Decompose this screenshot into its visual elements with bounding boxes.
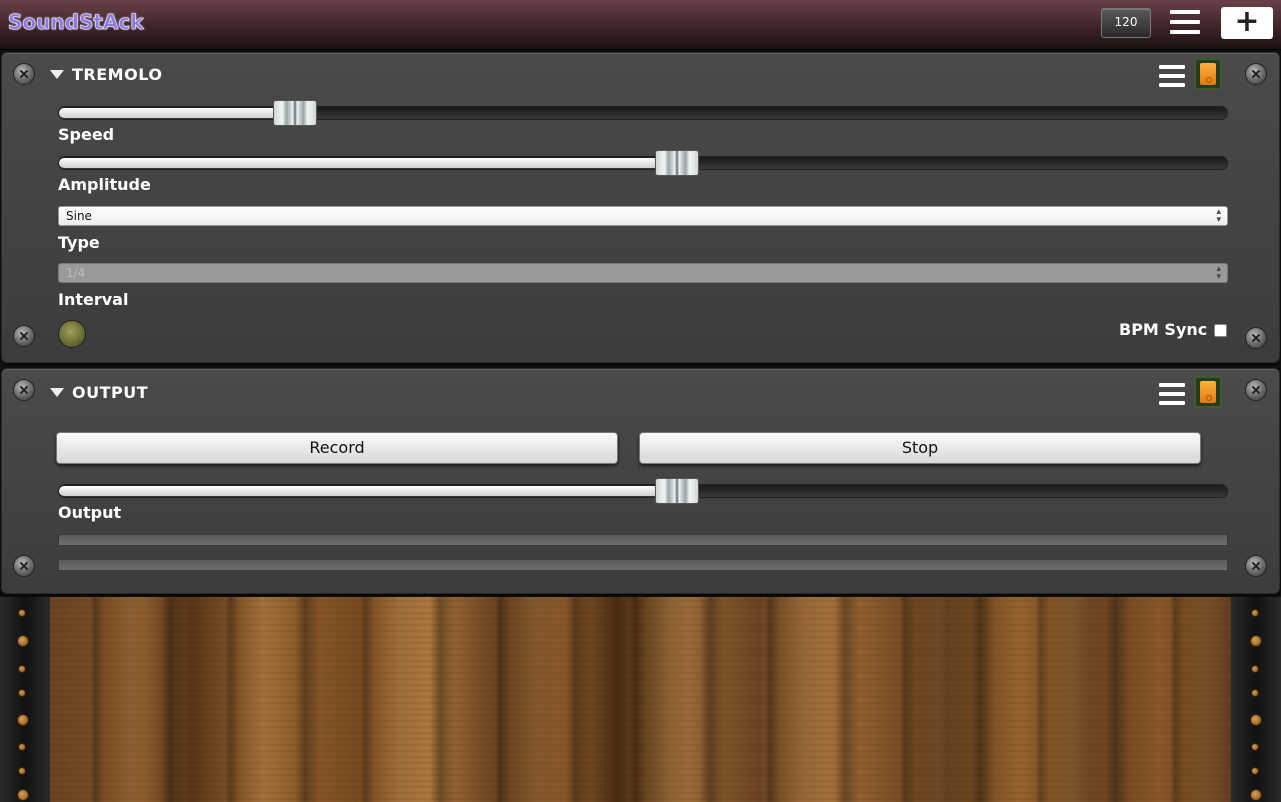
select-arrows-icon: ▴ ▾ — [1216, 264, 1221, 282]
bpm-sync-label: BPM Sync — [1119, 320, 1208, 339]
power-switch-icon — [1200, 381, 1216, 403]
output-level-meter-left — [58, 534, 1228, 546]
power-switch-icon — [1200, 63, 1216, 85]
interval-select[interactable]: 1/4 ▴ ▾ — [58, 263, 1228, 283]
output-power-switch[interactable] — [1194, 376, 1222, 408]
tremolo-panel: TREMOLO Speed Amplitude Sine ▴ ▾ Type 1/4… — [1, 52, 1280, 363]
collapse-caret-down-icon[interactable] — [50, 70, 64, 79]
app-logo: SoundStAck — [8, 10, 144, 40]
amplitude-slider-handle[interactable] — [655, 150, 699, 176]
top-bar: SoundStAck 120 + — [0, 0, 1281, 50]
type-select-value: Sine — [66, 209, 92, 223]
rack-rail-right — [1231, 597, 1281, 802]
select-arrows-icon: ▴ ▾ — [1216, 207, 1221, 225]
output-slider-fill — [59, 486, 677, 496]
screw-icon — [13, 555, 35, 577]
tremolo-power-switch[interactable] — [1194, 58, 1222, 90]
output-slider-handle[interactable] — [655, 478, 699, 504]
type-select[interactable]: Sine ▴ ▾ — [58, 206, 1228, 226]
record-button[interactable]: Record — [56, 432, 618, 464]
hamburger-icon — [1159, 383, 1185, 387]
speed-label: Speed — [58, 125, 115, 144]
speed-slider-handle[interactable] — [273, 100, 317, 126]
rack-rail-left — [0, 597, 50, 802]
screw-icon — [13, 379, 35, 401]
plus-icon: + — [1234, 4, 1260, 39]
screw-icon — [1245, 327, 1267, 349]
wood-rack-panel — [50, 597, 1231, 802]
output-slider[interactable] — [58, 478, 1228, 504]
collapse-caret-down-icon[interactable] — [50, 388, 64, 397]
screw-icon — [1245, 379, 1267, 401]
tremolo-menu-button[interactable] — [1159, 65, 1185, 87]
amplitude-slider[interactable] — [58, 150, 1228, 176]
interval-label: Interval — [58, 290, 129, 309]
screw-icon — [1245, 555, 1267, 577]
tremolo-knob[interactable] — [58, 320, 86, 348]
output-level-meter-right — [58, 559, 1228, 571]
output-title: OUTPUT — [72, 383, 149, 402]
bpm-display[interactable]: 120 — [1101, 8, 1151, 38]
speed-slider[interactable] — [58, 100, 1228, 126]
stop-button[interactable]: Stop — [639, 432, 1201, 464]
speed-slider-fill — [59, 108, 295, 118]
main-menu-button[interactable] — [1168, 10, 1202, 38]
bpm-sync-checkbox[interactable] — [1214, 324, 1227, 337]
add-effect-button[interactable]: + — [1221, 7, 1273, 39]
app-logo-text: SoundStAck — [8, 10, 144, 35]
output-label: Output — [58, 503, 122, 522]
output-panel: OUTPUT Output — [1, 368, 1280, 594]
screw-icon — [1245, 63, 1267, 85]
hamburger-icon — [1170, 10, 1200, 14]
screw-icon — [13, 325, 35, 347]
screw-icon — [13, 63, 35, 85]
amplitude-label: Amplitude — [58, 175, 151, 194]
output-menu-button[interactable] — [1159, 383, 1185, 405]
hamburger-icon — [1159, 65, 1185, 69]
amplitude-slider-fill — [59, 158, 677, 168]
interval-select-value: 1/4 — [66, 266, 86, 280]
type-label: Type — [58, 233, 100, 252]
tremolo-title: TREMOLO — [72, 65, 163, 84]
